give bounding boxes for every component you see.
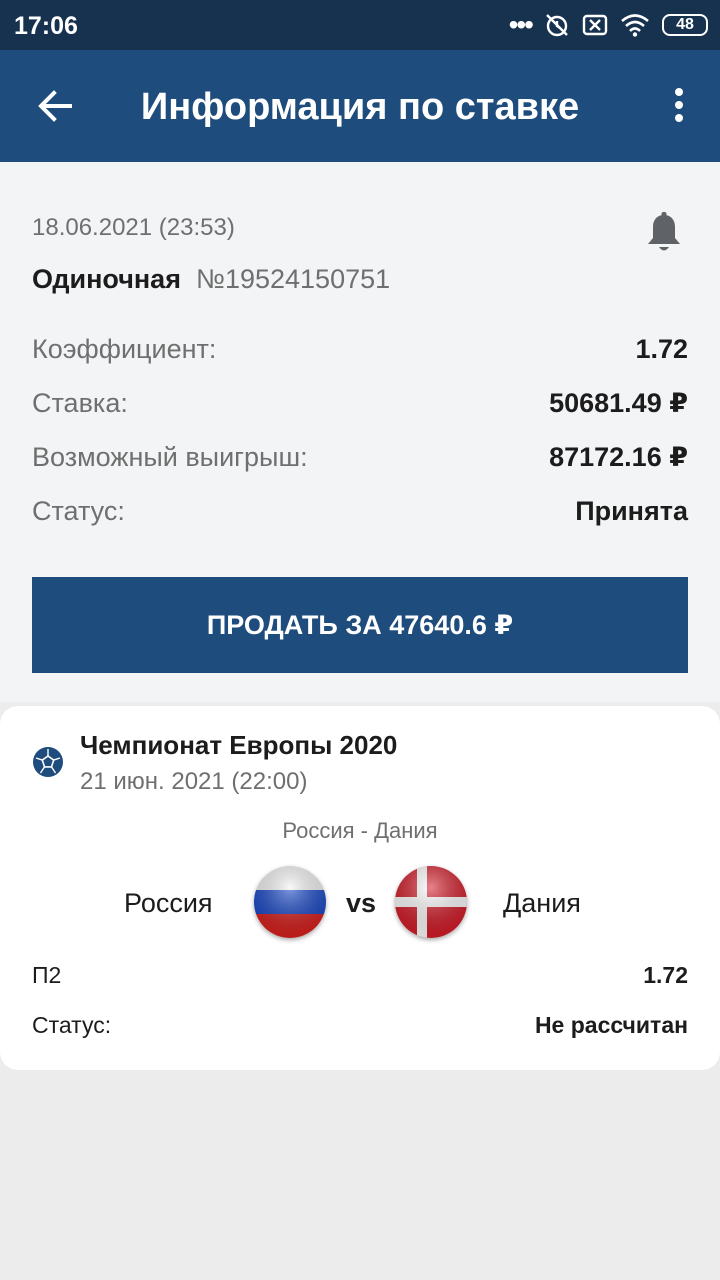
sell-button[interactable]: ПРОДАТЬ ЗА 47640.6 ₽ [32, 577, 688, 673]
event-status-row: Статус: Не рассчитан [32, 1012, 688, 1039]
possible-win-row: Возможный выигрыш: 87172.16 ₽ [32, 442, 688, 473]
tournament-name: Чемпионат Европы 2020 [80, 730, 398, 760]
more-vert-icon[interactable] [674, 88, 684, 124]
status-label: Статус: [32, 496, 125, 526]
status-value: Принята [575, 496, 688, 526]
bet-datetime: 18.06.2021 (23:53) [32, 214, 235, 241]
event-date: 21 июн. 2021 (22:00) [80, 768, 308, 795]
outcome-label: П2 [32, 962, 62, 988]
odds-label: Коэффициент: [32, 334, 217, 364]
odds-row: Коэффициент: 1.72 [32, 334, 688, 365]
stake-value: 50681.49 ₽ [549, 388, 688, 418]
odds-value: 1.72 [635, 334, 688, 364]
event-card: Чемпионат Европы 2020 21 июн. 2021 (22:0… [0, 706, 720, 1070]
status-icons: ••• 48 [509, 10, 708, 40]
possible-win-label: Возможный выигрыш: [32, 442, 308, 472]
status-row: Статус: Принята [32, 496, 688, 527]
status-bar: 17:06 ••• 48 [0, 0, 720, 50]
bet-type: Одиночная [32, 264, 181, 294]
battery-icon: 48 [662, 14, 708, 36]
russia-flag-icon [254, 866, 326, 938]
app-bar: Информация по ставке [0, 50, 720, 162]
bet-number: №19524150751 [196, 264, 391, 294]
match-title: Россия - Дания [282, 818, 438, 843]
event-status-label: Статус: [32, 1012, 112, 1038]
page-title: Информация по ставке [140, 86, 580, 128]
vs-label: vs [346, 888, 377, 918]
outcome-odds: 1.72 [643, 962, 688, 988]
event-status-value: Не рассчитан [534, 1012, 688, 1038]
stake-label: Ставка: [32, 388, 128, 418]
status-time: 17:06 [14, 12, 78, 40]
bet-info-section: 18.06.2021 (23:53) Одиночная №1952415075… [0, 162, 720, 702]
bell-icon[interactable] [646, 212, 682, 254]
away-team-name: Дания [503, 888, 581, 918]
possible-win-value: 87172.16 ₽ [549, 442, 688, 472]
stake-row: Ставка: 50681.49 ₽ [32, 388, 688, 419]
sim-off-icon [582, 14, 608, 36]
soccer-ball-icon [32, 746, 64, 778]
alarm-off-icon [546, 14, 568, 37]
more-notifications-icon: ••• [508, 9, 534, 40]
home-team-name: Россия [124, 888, 213, 918]
wifi-icon [621, 14, 649, 37]
outcome-row: П2 1.72 [32, 962, 688, 989]
denmark-flag-icon [395, 866, 467, 938]
